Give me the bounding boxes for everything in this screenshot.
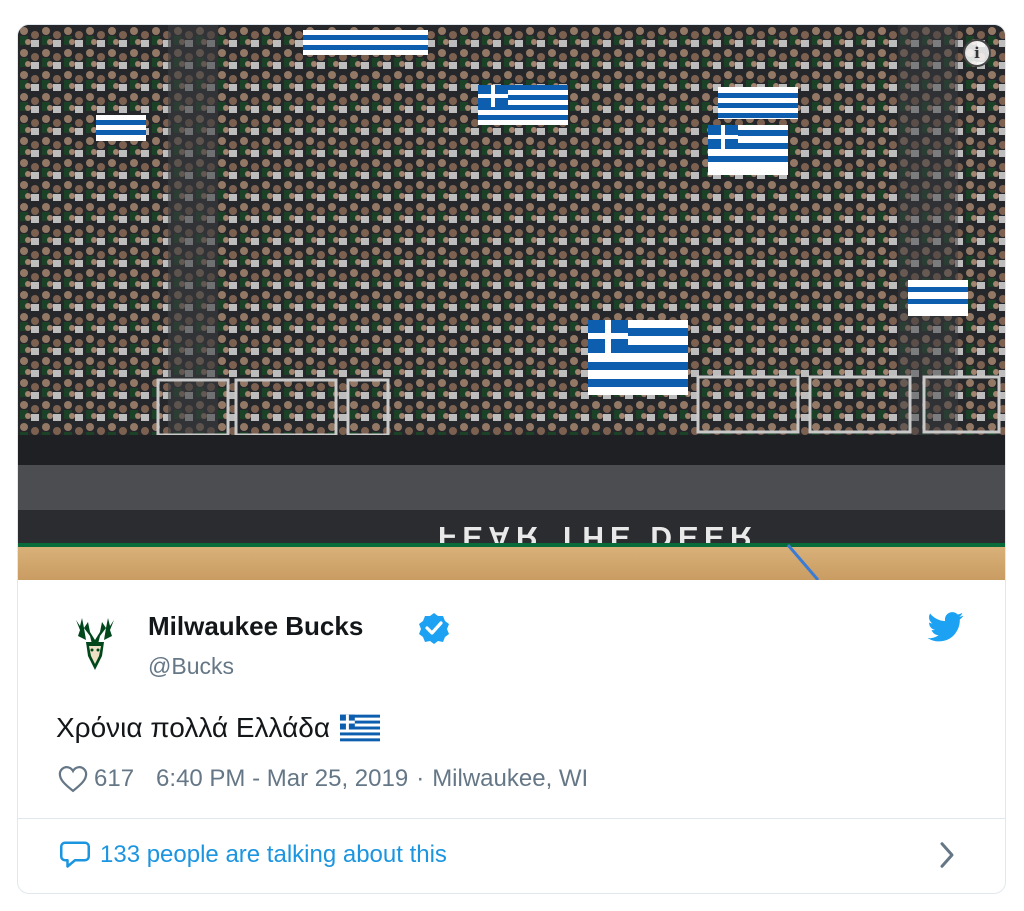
display-name[interactable]: Milwaukee Bucks bbox=[148, 611, 363, 642]
tweet-photo[interactable]: FEAR THE DEER i bbox=[18, 25, 1005, 580]
greek-flag bbox=[478, 85, 568, 125]
twitter-bird-icon[interactable] bbox=[928, 612, 964, 642]
tweet-header: Milwaukee Bucks @Bucks bbox=[18, 580, 1005, 690]
tweet-text: Χρόνια πολλά Ελλάδα bbox=[56, 712, 381, 744]
talking-about-link[interactable]: 133 people are talking about this bbox=[100, 841, 447, 869]
like-count[interactable]: 617 bbox=[94, 765, 134, 793]
chevron-right-icon[interactable] bbox=[936, 840, 958, 870]
tweet-location[interactable]: Milwaukee, WI bbox=[432, 765, 588, 793]
greek-flag-large bbox=[588, 320, 688, 395]
conversation-footer[interactable]: 133 people are talking about this bbox=[18, 819, 1005, 893]
tweet-text-content: Χρόνια πολλά Ελλάδα bbox=[56, 712, 331, 743]
account-handle[interactable]: @Bucks bbox=[148, 653, 234, 680]
meta-separator: · bbox=[416, 765, 425, 792]
bucks-logo-icon[interactable] bbox=[70, 614, 120, 674]
verified-badge-icon bbox=[419, 613, 449, 644]
greek-flag bbox=[908, 280, 968, 316]
info-icon[interactable]: i bbox=[963, 39, 991, 67]
flag-greece-icon bbox=[340, 714, 381, 742]
greek-flag bbox=[96, 115, 146, 141]
heart-icon[interactable] bbox=[58, 765, 88, 793]
greek-flag bbox=[708, 125, 788, 175]
greek-flag bbox=[303, 30, 428, 55]
tweet-card[interactable]: FEAR THE DEER i Milwaukee Bucks @Bucks Χ… bbox=[17, 24, 1006, 894]
tweet-timestamp[interactable]: 6:40 PM - Mar 25, 2019 bbox=[156, 765, 408, 793]
tweet-meta: 617 6:40 PM - Mar 25, 2019 · Milwaukee, … bbox=[58, 765, 588, 793]
greek-flag bbox=[718, 87, 798, 119]
speech-bubble-icon bbox=[60, 841, 90, 868]
